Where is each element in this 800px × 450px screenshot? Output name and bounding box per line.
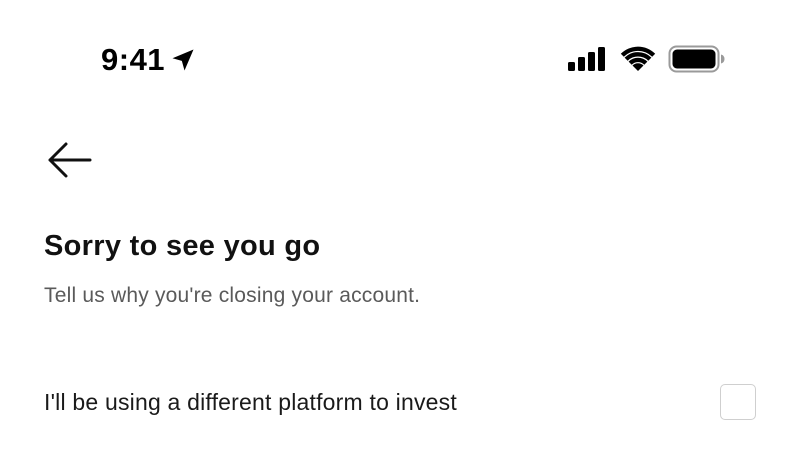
back-button[interactable] (44, 138, 96, 182)
status-time-group: 9:41 (101, 40, 197, 80)
status-bar: 9:41 (0, 0, 800, 120)
reason-option-different-platform[interactable]: I'll be using a different platform to in… (44, 380, 758, 424)
status-time: 9:41 (101, 42, 166, 77)
page-subtitle: Tell us why you're closing your account. (44, 284, 421, 307)
status-icons (566, 44, 726, 74)
wifi-icon (620, 46, 656, 71)
reason-checkbox[interactable] (720, 384, 756, 420)
back-arrow-icon (48, 142, 92, 178)
battery-icon (668, 45, 725, 73)
close-account-screen: 9:41 Sorry to see you go Tell us why you… (0, 0, 800, 450)
page-title: Sorry to see you go (44, 230, 321, 262)
reason-option-label: I'll be using a different platform to in… (44, 389, 457, 415)
cellular-signal-icon (568, 47, 605, 71)
location-arrow-icon (172, 49, 194, 71)
